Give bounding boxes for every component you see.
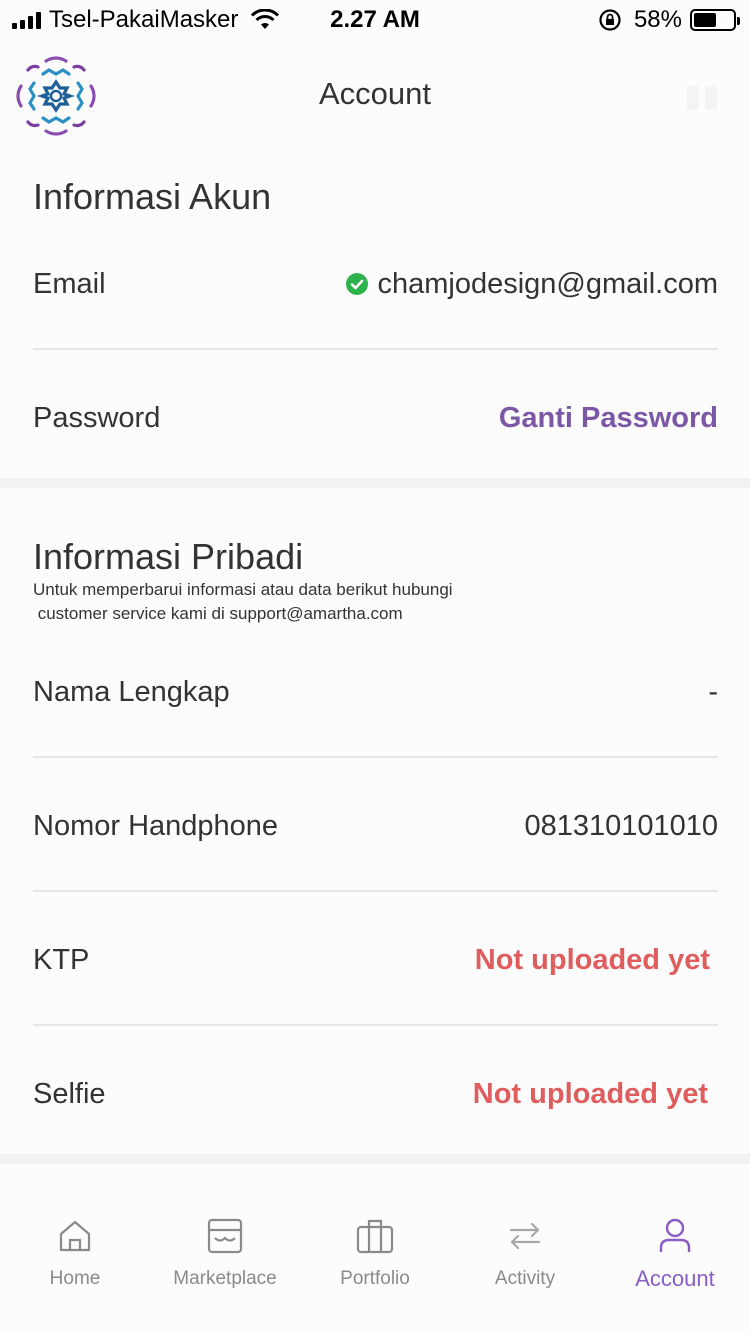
- tab-label: Portfolio: [340, 1268, 410, 1289]
- personal-info-section: Informasi Pribadi Untuk memperbarui info…: [0, 488, 750, 1154]
- ktp-label: KTP: [33, 943, 90, 976]
- header-action-icon[interactable]: [684, 80, 720, 116]
- ktp-status[interactable]: Not uploaded yet: [475, 944, 710, 977]
- tab-label: Activity: [494, 1268, 556, 1289]
- activity-icon: [509, 1222, 541, 1250]
- tab-marketplace[interactable]: Marketplace: [150, 1216, 300, 1290]
- email-value-wrap: chamjodesign@gmail.com: [345, 268, 718, 301]
- personal-info-title: Informasi Pribadi: [33, 536, 304, 577]
- selfie-status[interactable]: Not uploaded yet: [473, 1078, 708, 1111]
- password-row: Password Ganti Password: [33, 388, 718, 448]
- phone-row: Nomor Handphone 081310101010: [33, 796, 718, 856]
- rotation-lock-icon: [599, 9, 621, 31]
- battery-fill: [694, 13, 717, 27]
- email-value: chamjodesign@gmail.com: [377, 267, 718, 300]
- portfolio-icon: [356, 1219, 394, 1254]
- tab-portfolio[interactable]: Portfolio: [300, 1216, 450, 1290]
- account-info-section: Informasi Akun Email chamjodesign@gmail.…: [0, 152, 750, 478]
- email-label: Email: [33, 267, 106, 300]
- full-name-value: -: [708, 675, 718, 708]
- status-bar: Tsel-PakaiMasker 2.27 AM 58%: [0, 0, 750, 40]
- check-circle-icon: [346, 273, 369, 295]
- bottom-tab-bar: Home Marketplace Portfolio Activity Acco…: [0, 1164, 750, 1334]
- change-password-link[interactable]: Ganti Password: [499, 402, 718, 435]
- battery-percent: 58%: [633, 6, 682, 33]
- account-icon: [659, 1218, 691, 1252]
- tab-label: Home: [49, 1268, 101, 1289]
- marketplace-icon: [207, 1218, 243, 1254]
- battery-icon: [690, 9, 740, 31]
- divider: [33, 890, 718, 892]
- tab-activity[interactable]: Activity: [450, 1216, 600, 1290]
- full-name-row: Nama Lengkap -: [33, 662, 718, 722]
- account-info-title: Informasi Akun: [33, 176, 272, 217]
- home-icon: [59, 1220, 91, 1252]
- divider: [33, 348, 718, 350]
- personal-info-note: Untuk memperbarui informasi atau data be…: [33, 580, 453, 623]
- tab-label: Account: [635, 1266, 715, 1291]
- ktp-row[interactable]: KTP Not uploaded yet: [33, 930, 718, 990]
- full-name-label: Nama Lengkap: [33, 675, 230, 708]
- page-title: Account: [318, 76, 431, 111]
- divider: [33, 1024, 718, 1026]
- tab-account[interactable]: Account: [600, 1216, 750, 1292]
- selfie-label: Selfie: [33, 1077, 106, 1110]
- selfie-row[interactable]: Selfie Not uploaded yet: [33, 1064, 718, 1124]
- phone-value: 081310101010: [524, 809, 718, 842]
- status-right: 58%: [598, 6, 740, 34]
- divider: [33, 756, 718, 758]
- tab-label: Marketplace: [173, 1268, 277, 1289]
- tab-home[interactable]: Home: [0, 1216, 150, 1290]
- email-row: Email chamjodesign@gmail.com: [33, 254, 718, 314]
- phone-label: Nomor Handphone: [33, 809, 279, 842]
- password-label: Password: [33, 401, 161, 434]
- app-header: Account: [0, 40, 750, 152]
